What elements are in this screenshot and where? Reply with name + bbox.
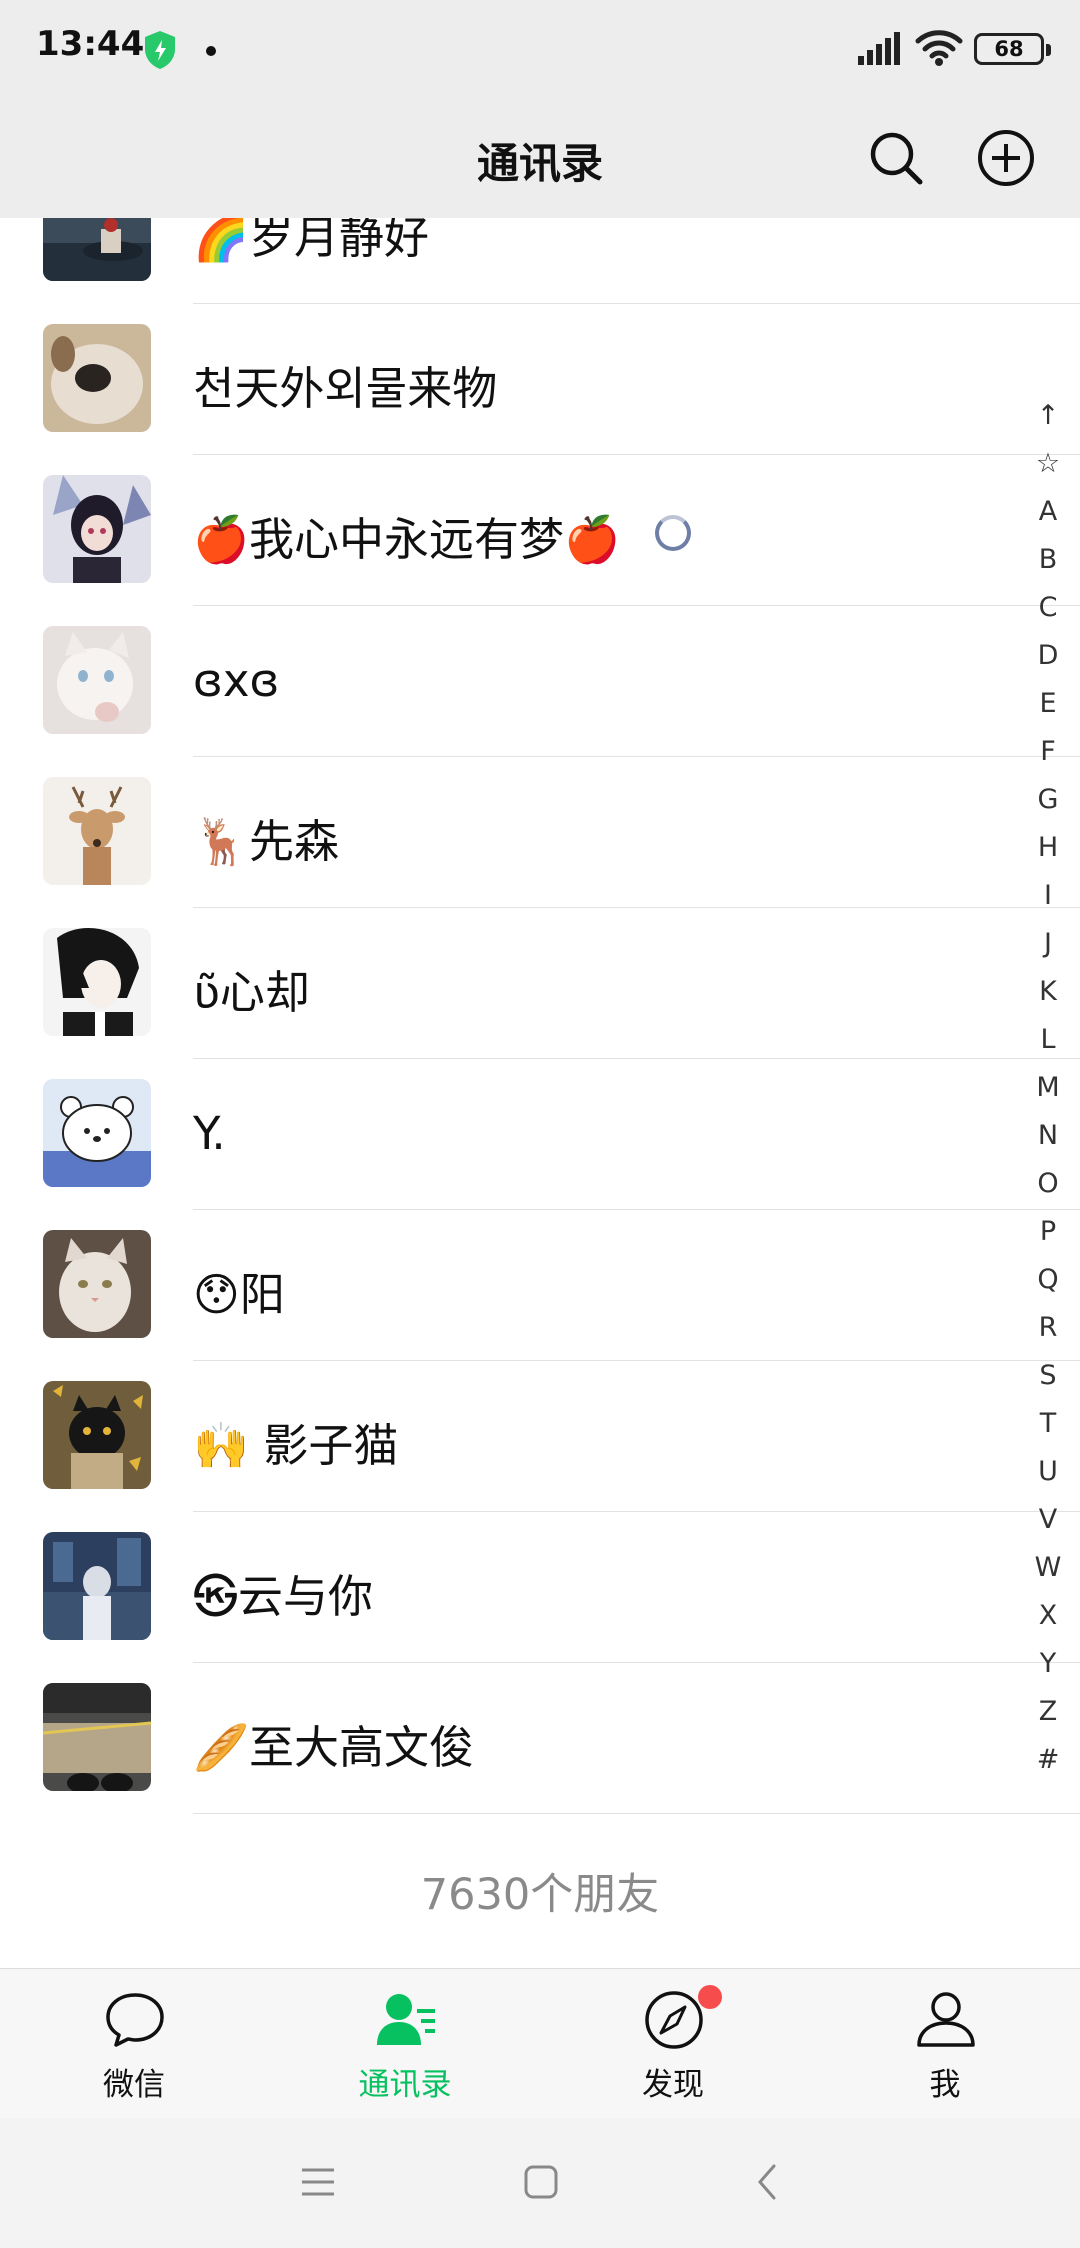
nav-label: 微信 <box>103 2067 165 2103</box>
contacts-icon <box>377 1994 435 2045</box>
avatar-deer-illustration <box>43 777 151 885</box>
alpha-index-letter[interactable]: G <box>1030 776 1066 824</box>
contact-row[interactable]: ɞxɞ <box>0 606 1080 757</box>
wifi-icon <box>915 30 963 66</box>
friend-count: 7630个朋友 <box>420 1870 660 1920</box>
alpha-index-letter[interactable]: A <box>1030 488 1066 536</box>
alpha-index-letter[interactable]: S <box>1030 1352 1066 1400</box>
status-ring-icon <box>655 515 691 551</box>
avatar-anime-dark-hair <box>43 928 151 1036</box>
alpha-index-letter[interactable]: R <box>1030 1304 1066 1352</box>
alpha-index-letter[interactable]: D <box>1030 632 1066 680</box>
alpha-index-letter[interactable]: H <box>1030 824 1066 872</box>
home-icon[interactable] <box>521 2162 561 2202</box>
avatar-white-kitten <box>43 626 151 734</box>
person-icon <box>917 1992 975 2047</box>
status-bar: 13:44 68 <box>0 0 1080 100</box>
contact-row[interactable]: 😯阳 <box>0 1210 1080 1361</box>
alpha-index-letter[interactable]: V <box>1030 1496 1066 1544</box>
notification-dot <box>206 46 216 56</box>
avatar-anime-boy <box>43 475 151 583</box>
avatar-figure-on-rocks <box>43 218 151 281</box>
alphabet-index[interactable]: ↑ ☆ A B C D E F G H I J K L M N O P Q R S T U V W X Y Z # <box>1030 392 1066 1784</box>
alpha-index-letter[interactable]: C <box>1030 584 1066 632</box>
alpha-index-letter[interactable]: E <box>1030 680 1066 728</box>
alpha-index-letter[interactable]: B <box>1030 536 1066 584</box>
alpha-index-letter[interactable]: P <box>1030 1208 1066 1256</box>
avatar-white-cat <box>43 1230 151 1338</box>
signal-icon <box>858 32 900 65</box>
alpha-index-letter[interactable]: Q <box>1030 1256 1066 1304</box>
search-icon[interactable] <box>868 130 924 186</box>
contact-name: 🥖至大高文俊 <box>193 1721 475 1774</box>
alpha-index-letter[interactable]: T <box>1030 1400 1066 1448</box>
header: 通讯录 <box>0 100 1080 218</box>
avatar-black-cat-leaves <box>43 1381 151 1489</box>
alpha-index-letter[interactable]: L <box>1030 1016 1066 1064</box>
avatar-white-bear-cartoon <box>43 1079 151 1187</box>
nav-label: 发现 <box>642 2067 704 2103</box>
nav-item-me[interactable]: 我 <box>855 1969 1035 2119</box>
shield-icon <box>145 31 175 69</box>
contact-name: 🌈岁月静好 <box>193 218 430 264</box>
nav-label: 通讯录 <box>358 2067 452 2103</box>
add-icon[interactable] <box>977 129 1035 187</box>
alpha-index-letter[interactable]: X <box>1030 1592 1066 1640</box>
menu-icon[interactable] <box>298 2162 338 2202</box>
alpha-index-letter[interactable]: U <box>1030 1448 1066 1496</box>
alpha-index-letter[interactable]: Z <box>1030 1688 1066 1736</box>
contact-row[interactable]: 🌈岁月静好 <box>0 218 1080 304</box>
nav-label: 我 <box>929 2067 961 2103</box>
nav-item-discover[interactable]: 发现 <box>583 1969 763 2119</box>
alpha-index-letter[interactable]: M <box>1030 1064 1066 1112</box>
alpha-index-letter[interactable]: # <box>1030 1736 1066 1784</box>
nav-item-contacts[interactable]: 通讯录 <box>315 1969 495 2119</box>
divider <box>193 1813 1080 1814</box>
alpha-index-letter[interactable]: O <box>1030 1160 1066 1208</box>
avatar-dog-closeup <box>43 324 151 432</box>
alpha-index-letter[interactable]: ☆ <box>1030 440 1066 488</box>
notification-badge <box>698 1985 722 2009</box>
status-time: 13:44 <box>36 24 145 64</box>
contact-name: ɞxɞ <box>193 654 280 707</box>
avatar-dark-street-scene <box>43 1532 151 1640</box>
alpha-index-letter[interactable]: J <box>1030 920 1066 968</box>
chat-bubble-icon <box>106 1993 164 2047</box>
contact-row[interactable]: 🙌 影子猫 <box>0 1361 1080 1512</box>
contact-row[interactable]: 🦌先森 <box>0 757 1080 908</box>
contact-row[interactable]: 🥖至大高文俊 <box>0 1663 1080 1814</box>
alpha-index-letter[interactable]: Y <box>1030 1640 1066 1688</box>
contact-list[interactable]: 🌈岁月静好 천天外외물来物 🍎我心中永远有梦🍎 ɞxɞ 🦌先森 ʋ̃心却 Y. … <box>0 218 1080 1968</box>
alpha-index-letter[interactable]: ↑ <box>1030 392 1066 440</box>
contact-row[interactable]: 천天外외물来物 <box>0 304 1080 455</box>
battery-indicator: 68 <box>974 33 1051 65</box>
contact-name: 천天外외물来物 <box>193 362 498 415</box>
alpha-index-letter[interactable]: I <box>1030 872 1066 920</box>
contact-name: ㉿云与你 <box>193 1570 374 1623</box>
contact-name: 🍎我心中永远有梦🍎 <box>193 513 621 566</box>
compass-icon <box>645 1991 703 2049</box>
contact-row[interactable]: Y. <box>0 1059 1080 1210</box>
nav-item-chats[interactable]: 微信 <box>44 1969 224 2119</box>
back-icon[interactable] <box>748 2162 788 2202</box>
contact-row[interactable]: ʋ̃心却 <box>0 908 1080 1059</box>
alpha-index-letter[interactable]: W <box>1030 1544 1066 1592</box>
system-nav-bar <box>0 2118 1080 2248</box>
contact-name: 🦌先森 <box>193 815 340 868</box>
contact-name: ʋ̃心却 <box>193 966 310 1019</box>
contact-name: Y. <box>193 1107 226 1160</box>
contact-name: 😯阳 <box>193 1268 285 1321</box>
avatar-road-photo <box>43 1683 151 1791</box>
contact-row[interactable]: ㉿云与你 <box>0 1512 1080 1663</box>
alpha-index-letter[interactable]: K <box>1030 968 1066 1016</box>
alpha-index-letter[interactable]: F <box>1030 728 1066 776</box>
alpha-index-letter[interactable]: N <box>1030 1112 1066 1160</box>
bottom-nav: 微信 通讯录 发现 我 <box>0 1968 1080 2118</box>
contact-name: 🙌 影子猫 <box>193 1419 399 1472</box>
contact-row[interactable]: 🍎我心中永远有梦🍎 <box>0 455 1080 606</box>
